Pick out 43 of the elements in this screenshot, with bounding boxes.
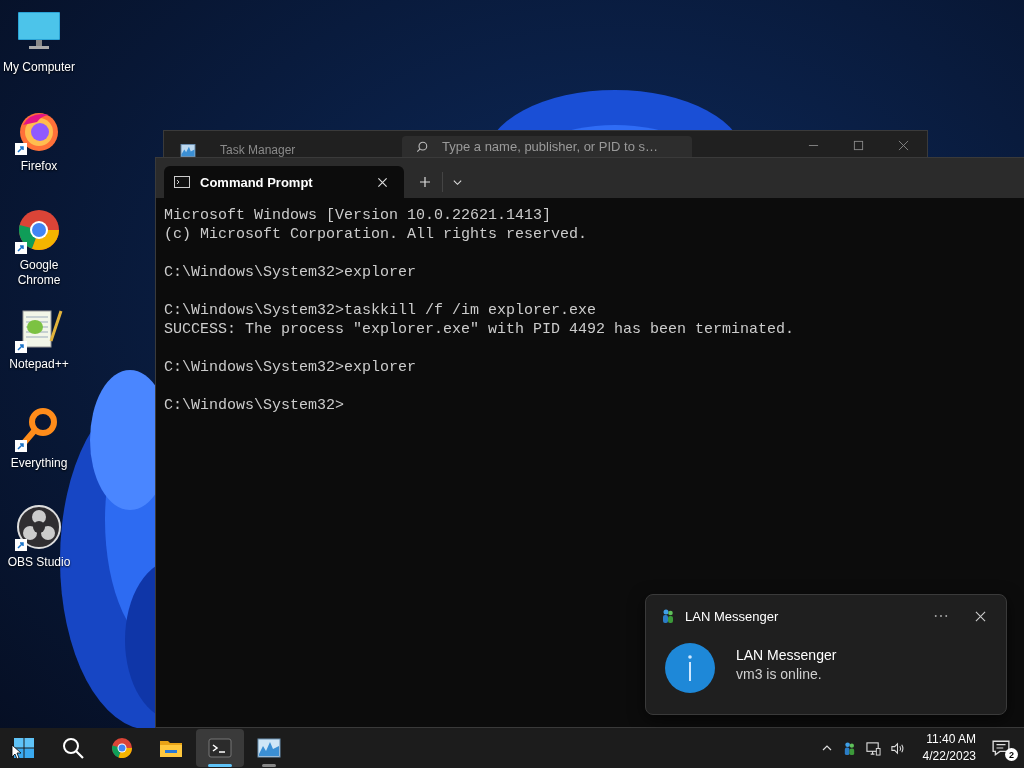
console-line: C:\Windows\System32>taskkill /f /im explorer.exe [164, 301, 598, 320]
chart-icon [180, 144, 196, 157]
message-icon [992, 739, 1010, 757]
taskbar-button[interactable] [196, 729, 244, 767]
chevron-down-icon[interactable] [452, 177, 463, 188]
desktop-icon[interactable]: My Computer [0, 8, 78, 102]
maximize-icon[interactable] [853, 140, 864, 151]
console-line: C:\Windows\System32>explorer [164, 358, 418, 377]
console-icon [208, 736, 232, 760]
notification-message: vm3 is online. [736, 665, 823, 684]
speaker-icon[interactable] [889, 740, 905, 756]
console-line: C:\Windows\System32>explorer [164, 263, 418, 282]
clock[interactable]: 11:40 AM 4/22/2023 [916, 731, 982, 765]
console-line: C:\Windows\System32> [164, 396, 346, 415]
people-icon [661, 608, 675, 624]
search-icon [61, 736, 85, 760]
close-icon[interactable] [975, 610, 986, 622]
chrome-ball-icon [110, 736, 134, 760]
console-line: SUCCESS: The process "explorer.exe" with PID 4492 has been terminated. [164, 320, 796, 339]
date-text: 4/22/2023 [922, 748, 976, 765]
window-title: Task Manager [220, 143, 297, 157]
desktop-icon[interactable]: Notepad++ [0, 305, 78, 399]
desktop-icon[interactable]: Google Chrome [0, 206, 78, 300]
desktop-icon[interactable]: Firefox [0, 107, 78, 201]
info-icon [665, 643, 715, 693]
search-field[interactable]: Type a name, publisher, or PID to s… [402, 136, 692, 157]
search-icon [416, 140, 428, 153]
plus-icon[interactable] [419, 176, 431, 188]
mouse-pointer [11, 744, 21, 760]
console-line: Microsoft Windows [Version 10.0.22621.1413] [164, 206, 553, 225]
notification-count: 2 [1005, 748, 1018, 761]
tab[interactable]: Command Prompt [164, 166, 404, 198]
network-icon[interactable] [865, 740, 881, 756]
record-disc-icon [15, 503, 63, 551]
more-icon[interactable] [934, 614, 948, 618]
console-icon [174, 176, 190, 188]
chart-icon [257, 736, 281, 760]
notification-title: LAN Messenger [736, 646, 837, 665]
time-text: 11:40 AM [926, 731, 976, 748]
desktop-icon[interactable]: Everything [0, 404, 78, 498]
console-line: (c) Microsoft Corporation. All rights reserved. [164, 225, 589, 244]
app-name: LAN Messenger [685, 608, 779, 624]
notifications-button[interactable]: 2 [992, 735, 1018, 761]
